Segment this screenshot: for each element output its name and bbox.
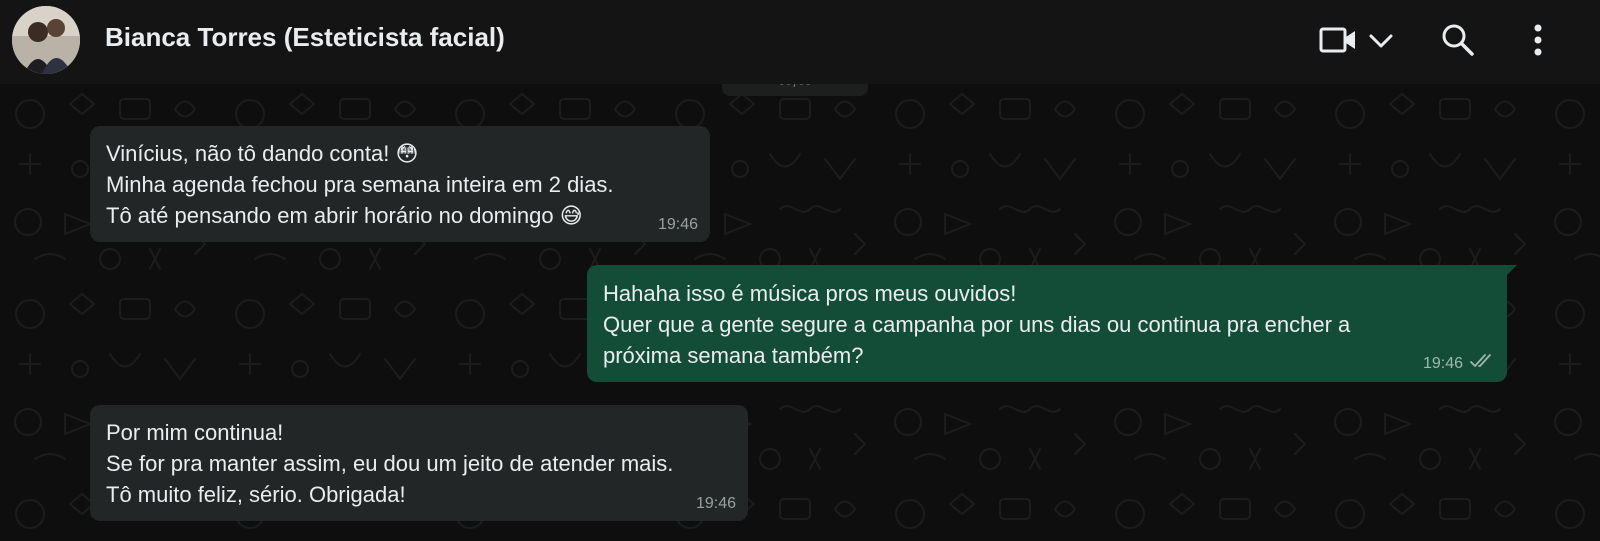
date-divider-label: - - / - -	[780, 84, 810, 90]
message-line: Por mim continua!	[106, 420, 284, 445]
message-line: Quer que a gente segure a campanha por u…	[603, 312, 1351, 337]
message-line: Tô até pensando em abrir horário no domi…	[106, 203, 583, 228]
message-line: Vinícius, não tô dando conta! 😳	[106, 141, 419, 166]
chevron-down-icon[interactable]	[1366, 26, 1396, 56]
message-line: Se for pra manter assim, eu dou um jeito…	[106, 451, 674, 476]
bubble-tail	[1503, 265, 1517, 279]
message-meta: 19:46	[658, 216, 698, 234]
message-meta: 19:46	[696, 495, 736, 513]
message-bubble-incoming[interactable]: Por mim continua! Se for pra manter assi…	[90, 405, 748, 521]
message-line: Tô muito feliz, sério. Obrigada!	[106, 482, 406, 507]
contact-name[interactable]: Bianca Torres (Esteticista facial)	[105, 22, 505, 53]
message-line: próxima semana também?	[603, 343, 864, 368]
message-meta: 19:46	[1423, 353, 1495, 374]
message-line: Minha agenda fechou pra semana inteira e…	[106, 172, 614, 197]
search-icon[interactable]	[1440, 22, 1476, 58]
avatar-photo-icon	[12, 6, 80, 74]
message-time: 19:46	[657, 216, 698, 233]
message-bubble-incoming[interactable]: Vinícius, não tô dando conta! 😳 Minha ag…	[90, 126, 710, 242]
message-bubble-outgoing[interactable]: Hahaha isso é música pros meus ouvidos! …	[587, 265, 1517, 382]
message-time: 19:46	[695, 495, 736, 512]
contact-avatar[interactable]	[12, 6, 80, 74]
video-call-icon[interactable]	[1318, 22, 1358, 58]
chat-window: Bianca Torres (Esteticista facial) - - /…	[0, 0, 1600, 541]
chat-header: Bianca Torres (Esteticista facial)	[0, 0, 1600, 84]
more-vert-icon[interactable]	[1528, 22, 1548, 58]
read-double-check-icon	[1469, 353, 1495, 374]
message-line: Hahaha isso é música pros meus ouvidos!	[603, 281, 1017, 306]
message-time: 19:46	[1422, 354, 1463, 372]
date-divider-chip: - - / - -	[722, 84, 868, 96]
